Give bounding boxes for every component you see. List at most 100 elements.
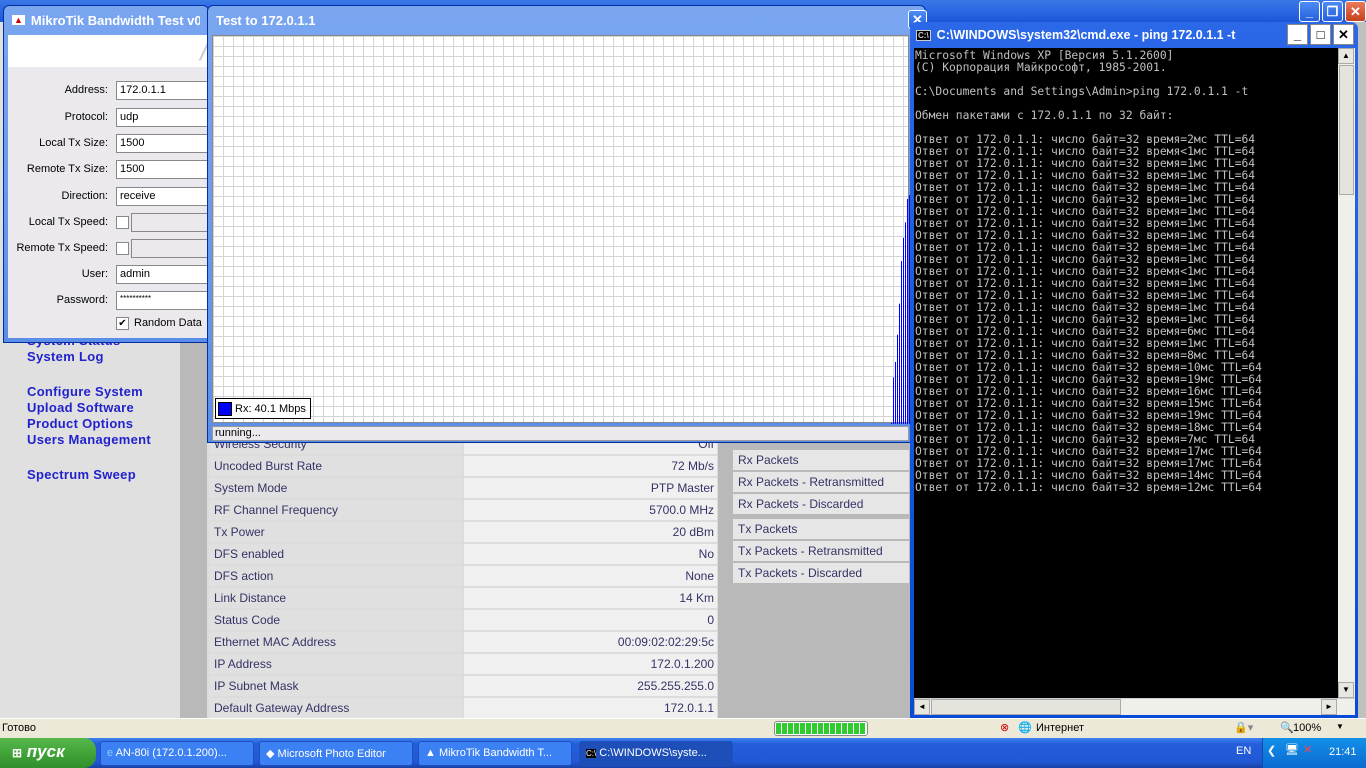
cmd-minimize-button[interactable]: _ xyxy=(1287,24,1308,45)
console-output: Microsoft Windows XP [Версия 5.1.2600] (C… xyxy=(914,48,1338,698)
horizontal-scrollbar[interactable]: ◄ ► xyxy=(914,698,1355,715)
start-button[interactable]: ⊞ пуск xyxy=(0,738,96,768)
table-row-value: PTP Master xyxy=(464,478,717,498)
address-input[interactable]: 172.0.1.1 xyxy=(116,81,216,100)
task-photo-editor[interactable]: ◆ Microsoft Photo Editor xyxy=(259,741,413,766)
page-progress-bar xyxy=(774,721,868,736)
protocol-label: Protocol: xyxy=(64,111,108,123)
table-row: IP Subnet Mask 255.255.255.0 xyxy=(209,676,719,696)
reply-time: =12мс xyxy=(1180,481,1215,494)
remote-tx-size-input[interactable]: 1500 xyxy=(116,160,216,179)
task-ie[interactable]: e AN-80i (172.0.1.200)... xyxy=(100,741,254,766)
cmd-close-button[interactable]: ✕ xyxy=(1333,24,1354,45)
sidebar-link-upload-software[interactable]: Upload Software xyxy=(27,400,134,415)
packet-stat-label: Rx Packets - Retransmitted xyxy=(733,472,909,492)
globe-icon: 🌐 xyxy=(1018,722,1032,734)
zoom-icon: 🔍 xyxy=(1280,722,1294,734)
packet-stat-label: Tx Packets xyxy=(733,519,909,539)
table-row: RF Channel Frequency 5700.0 MHz xyxy=(209,500,719,520)
table-row: Default Gateway Address 172.0.1.1 xyxy=(209,698,719,718)
packet-stat-label: Tx Packets - Retransmitted xyxy=(733,541,909,561)
local-tx-size-label: Local Tx Size: xyxy=(39,137,108,149)
password-input[interactable]: ********** xyxy=(116,291,216,310)
local-tx-size-input[interactable]: 1500 xyxy=(116,134,216,153)
table-row: Link Distance 14 Km xyxy=(209,588,719,608)
hscroll-thumb[interactable] xyxy=(931,699,1121,715)
language-indicator[interactable]: EN xyxy=(1236,745,1251,757)
rx-bar xyxy=(899,303,900,424)
scroll-right-button[interactable]: ► xyxy=(1321,699,1337,715)
cmd-icon: C:\ xyxy=(586,749,597,758)
test-title: Test to 172.0.1.1 xyxy=(216,12,316,28)
rx-bar xyxy=(897,334,898,424)
close-button[interactable]: ✕ xyxy=(1345,1,1366,22)
bwtest-title: MikroTik Bandwidth Test v0. xyxy=(30,12,200,28)
bwtest-header: / xyxy=(8,35,208,67)
zoom-level[interactable]: 100% xyxy=(1293,722,1321,734)
user-label: User: xyxy=(81,268,108,280)
ie-icon: e xyxy=(107,747,114,759)
table-row-label: Uncoded Burst Rate xyxy=(209,456,462,476)
start-label: пуск xyxy=(26,742,65,761)
remote-tx-speed-label: Remote Tx Speed: xyxy=(16,242,108,254)
tray-expand-icon[interactable]: ❮ xyxy=(1267,744,1276,757)
scroll-thumb[interactable] xyxy=(1339,65,1354,195)
task-bandwidth-test[interactable]: ▲ MikroTik Bandwidth T... xyxy=(418,741,572,766)
task-label: Microsoft Photo Editor xyxy=(277,748,386,760)
windows-logo-icon: ⊞ xyxy=(12,746,23,760)
table-row-value: 172.0.1.1 xyxy=(464,698,717,718)
sidebar-link-spectrum-sweep[interactable]: Spectrum Sweep xyxy=(27,467,136,482)
security-icon[interactable]: 🔒▾ xyxy=(1234,721,1253,734)
table-row-label: Ethernet MAC Address xyxy=(209,632,462,652)
table-row: DFS enabled No xyxy=(209,544,719,564)
rx-color-swatch xyxy=(218,401,232,416)
bwtest-titlebar[interactable]: ▲ MikroTik Bandwidth Test v0. xyxy=(4,6,208,34)
console-line: C:\Documents and Settings\Admin>ping 172… xyxy=(915,85,1249,98)
vertical-scrollbar[interactable]: ▲ ▼ xyxy=(1338,48,1355,698)
rx-bar xyxy=(903,237,904,424)
wireless-disconnected-icon[interactable]: ✕ xyxy=(1303,743,1312,756)
scroll-down-button[interactable]: ▼ xyxy=(1338,682,1354,698)
test-titlebar[interactable]: Test to 172.0.1.1 xyxy=(208,6,925,34)
table-row-value: 20 dBm xyxy=(464,522,717,542)
cmd-maximize-button[interactable]: □ xyxy=(1310,24,1331,45)
sidebar-link-configure-system[interactable]: Configure System xyxy=(27,384,143,399)
ping-reply-line: Ответ от 172.0.1.1: число байт=32 время=… xyxy=(915,482,1338,494)
zoom-dropdown-icon[interactable]: ▼ xyxy=(1336,722,1344,731)
task-cmd[interactable]: C:\ C:\WINDOWS\syste... xyxy=(579,741,733,766)
table-row-label: RF Channel Frequency xyxy=(209,500,462,520)
zone-label: Интернет xyxy=(1036,722,1084,734)
local-tx-speed-label: Local Tx Speed: xyxy=(28,216,108,228)
table-row-label: IP Subnet Mask xyxy=(209,676,462,696)
table-row-label: Link Distance xyxy=(209,588,462,608)
network-icon[interactable]: 🖥 xyxy=(1285,743,1299,756)
scroll-left-button[interactable]: ◄ xyxy=(914,699,930,715)
table-row-value: 172.0.1.200 xyxy=(464,654,717,674)
local-tx-speed-checkbox[interactable] xyxy=(116,216,129,229)
sidebar-link-product-options[interactable]: Product Options xyxy=(27,416,133,431)
sidebar-link-system-log[interactable]: System Log xyxy=(27,349,104,364)
console-line: (C) Корпорация Майкрософт, 1985-2001. xyxy=(915,61,1167,74)
table-row-label: Tx Power xyxy=(209,522,462,542)
minimize-button[interactable]: _ xyxy=(1299,1,1320,22)
photo-editor-icon: ◆ xyxy=(266,748,275,760)
table-row: DFS action None xyxy=(209,566,719,586)
user-input[interactable]: admin xyxy=(116,265,216,284)
table-row-label: Status Code xyxy=(209,610,462,630)
restore-button[interactable]: ❐ xyxy=(1322,1,1343,22)
protocol-select[interactable]: udp xyxy=(116,108,216,127)
taskbar: ⊞ пуск e AN-80i (172.0.1.200)... ◆ Micro… xyxy=(0,738,1366,768)
random-data-checkbox[interactable]: ✔ xyxy=(116,317,129,330)
cmd-window-controls: _ □ ✕ xyxy=(1287,24,1354,45)
direction-select[interactable]: receive xyxy=(116,187,216,206)
table-row-value: None xyxy=(464,566,717,586)
table-row: Ethernet MAC Address 00:09:02:02:29:5c xyxy=(209,632,719,652)
cmd-app-icon: C:\ xyxy=(916,29,931,41)
rx-legend-label: Rx: 40.1 Mbps xyxy=(235,402,306,415)
sidebar-link-users-management[interactable]: Users Management xyxy=(27,432,151,447)
scroll-up-button[interactable]: ▲ xyxy=(1338,48,1354,64)
rx-bar xyxy=(905,222,906,424)
remote-tx-speed-checkbox[interactable] xyxy=(116,242,129,255)
table-row-value: 00:09:02:02:29:5c xyxy=(464,632,717,652)
address-label: Address: xyxy=(64,84,108,96)
